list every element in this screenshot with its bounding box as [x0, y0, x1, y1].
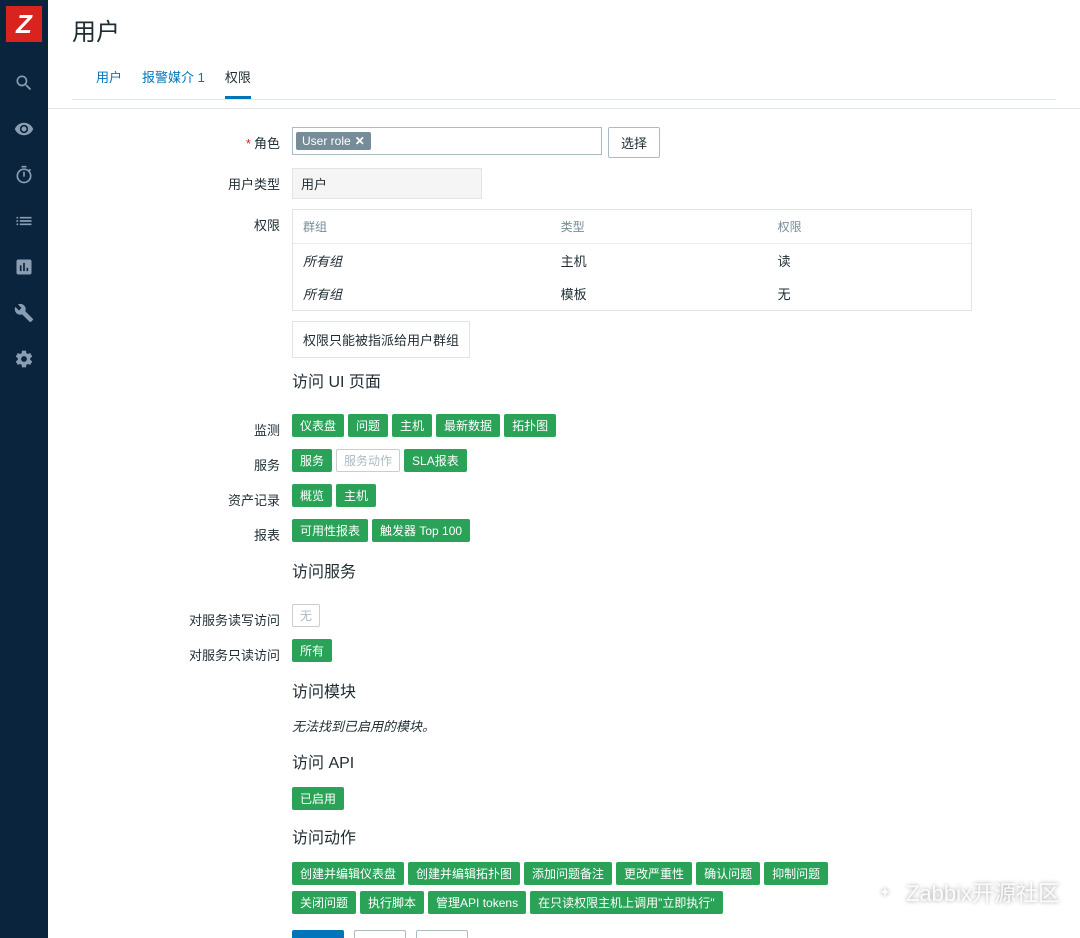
delete-button[interactable]: 删除 [354, 930, 406, 938]
content: *角色 User role✕ 选择 用户类型 用户 权限 [48, 109, 1080, 938]
tab-user[interactable]: 用户 [96, 57, 122, 99]
table-row: 所有组模板无 [293, 277, 971, 310]
mod-section-title: 访问模块 [292, 678, 356, 702]
close-icon[interactable]: ✕ [355, 134, 365, 148]
svc-ro-label: 对服务只读访问 [72, 639, 292, 664]
svc-rw-tag: 无 [292, 604, 320, 627]
info-note: 权限只能被指派给用户群组 [292, 321, 470, 358]
action-tag: 更改严重性 [616, 862, 692, 885]
tag-overview: 概览 [292, 484, 332, 507]
action-tag: 在只读权限主机上调用"立即执行" [530, 891, 723, 914]
eye-icon[interactable] [0, 106, 48, 152]
col-perm: 权限 [768, 210, 971, 244]
tabs: 用户 报警媒介 1 权限 [72, 57, 1056, 100]
tag-service-action: 服务动作 [336, 449, 400, 472]
action-section-title: 访问动作 [292, 824, 356, 848]
action-tag: 添加问题备注 [524, 862, 612, 885]
tag-hosts: 主机 [392, 414, 432, 437]
tag-maps: 拓扑图 [504, 414, 556, 437]
permissions-table: 群组 类型 权限 所有组主机读 所有组模板无 [292, 209, 972, 311]
tag-host: 主机 [336, 484, 376, 507]
action-tag: 确认问题 [696, 862, 760, 885]
gear-icon[interactable] [0, 336, 48, 382]
action-tag: 抑制问题 [764, 862, 828, 885]
api-tag: 已启用 [292, 787, 344, 810]
role-input[interactable]: User role✕ [292, 127, 602, 155]
tag-dashboard: 仪表盘 [292, 414, 344, 437]
action-tag: 创建并编辑仪表盘 [292, 862, 404, 885]
user-type-value: 用户 [292, 168, 482, 199]
api-section-title: 访问 API [292, 749, 354, 773]
tag-avail: 可用性报表 [292, 519, 368, 542]
perm-label: 权限 [72, 209, 292, 234]
tag-trigger-top: 触发器 Top 100 [372, 519, 470, 542]
action-tag: 管理API tokens [428, 891, 526, 914]
role-token[interactable]: User role✕ [296, 132, 371, 150]
action-tag: 创建并编辑拓扑图 [408, 862, 520, 885]
tag-sla: SLA报表 [404, 449, 467, 472]
svc-section-title: 访问服务 [292, 558, 356, 582]
svc-rw-label: 对服务读写访问 [72, 604, 292, 629]
sidebar: Z [0, 0, 48, 938]
col-group: 群组 [293, 210, 551, 244]
tag-latest: 最新数据 [436, 414, 500, 437]
asset-label: 资产记录 [72, 484, 292, 509]
main-panel: 用户 用户 报警媒介 1 权限 *角色 User role✕ 选择 用户类型 [48, 0, 1080, 938]
timer-icon[interactable] [0, 152, 48, 198]
wrench-icon[interactable] [0, 290, 48, 336]
page-header: 用户 用户 报警媒介 1 权限 [48, 0, 1080, 109]
monitor-label: 监测 [72, 414, 292, 439]
cancel-button[interactable]: 取消 [416, 930, 468, 938]
search-icon[interactable] [0, 60, 48, 106]
mod-note: 无法找到已启用的模块。 [292, 716, 435, 735]
tag-service: 服务 [292, 449, 332, 472]
table-row: 所有组主机读 [293, 244, 971, 278]
chart-icon[interactable] [0, 244, 48, 290]
service-label: 服务 [72, 449, 292, 474]
list-icon[interactable] [0, 198, 48, 244]
tab-media[interactable]: 报警媒介 1 [142, 57, 205, 99]
update-button[interactable]: 更新 [292, 930, 344, 938]
select-button[interactable]: 选择 [608, 127, 660, 158]
ui-section-title: 访问 UI 页面 [292, 368, 381, 392]
tag-problems: 问题 [348, 414, 388, 437]
page-title: 用户 [72, 12, 1056, 47]
action-tag: 执行脚本 [360, 891, 424, 914]
user-type-label: 用户类型 [72, 168, 292, 193]
report-label: 报表 [72, 519, 292, 544]
logo[interactable]: Z [6, 6, 42, 42]
role-label: 角色 [254, 136, 280, 151]
svc-ro-tag: 所有 [292, 639, 332, 662]
action-tag: 关闭问题 [292, 891, 356, 914]
col-type: 类型 [551, 210, 768, 244]
tab-permissions[interactable]: 权限 [225, 57, 251, 99]
